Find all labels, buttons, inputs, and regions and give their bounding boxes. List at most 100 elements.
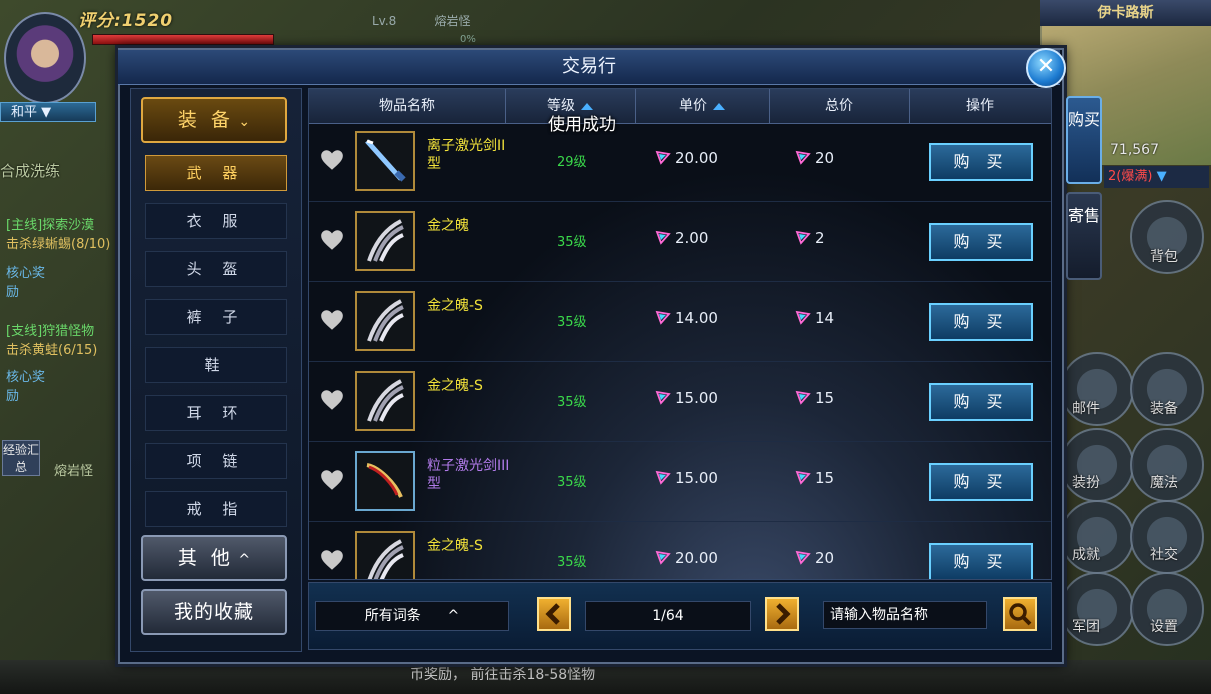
- table-row: 粒子激光剑III型 35级 15.00 15 购 买: [309, 443, 1051, 522]
- pk-mode-dropdown[interactable]: 和平 ▼: [0, 102, 96, 122]
- col-label: 操作: [966, 98, 994, 114]
- minimap-coord: 71,567: [1110, 142, 1159, 158]
- my-favorites-button[interactable]: 我的收藏: [141, 589, 287, 635]
- subcategory-label: 鞋: [204, 356, 228, 374]
- total-price: 14: [795, 309, 834, 327]
- item-name: 粒子激光剑III型: [427, 458, 510, 492]
- server-line-label: 2(爆满): [1108, 169, 1153, 184]
- subcategory-pants[interactable]: 裤 子: [145, 299, 287, 335]
- particle-sword-icon[interactable]: [355, 451, 415, 511]
- favorite-heart-icon[interactable]: [319, 227, 345, 253]
- table-row: 离子激光剑II型 29级 20.00 20 购 买: [309, 123, 1051, 202]
- achievement-label: 成就: [1072, 547, 1100, 563]
- tab-consign-label: 寄售: [1068, 206, 1101, 225]
- col-unit-price[interactable]: 单价: [635, 89, 770, 123]
- buy-button[interactable]: 购 买: [929, 223, 1033, 261]
- item-search-input[interactable]: [823, 601, 987, 629]
- unit-price: 20.00: [655, 149, 718, 167]
- gem-icon: [655, 389, 671, 405]
- item-name: 金之魄-S: [427, 538, 483, 554]
- favorite-heart-icon[interactable]: [319, 307, 345, 333]
- gold-claw-icon[interactable]: [355, 531, 415, 579]
- quest-side[interactable]: [支线]狩猎怪物 击杀黄蛙(6/15): [6, 320, 97, 358]
- table-row: 金之魄-S 35级 20.00 20 购 买: [309, 523, 1051, 579]
- subcategory-label: 项 链: [186, 452, 246, 470]
- gold-claw-icon[interactable]: [355, 211, 415, 271]
- col-action: 操作: [909, 89, 1051, 123]
- item-level: 35级: [557, 235, 587, 250]
- col-label: 单价: [679, 98, 707, 114]
- favorite-heart-icon[interactable]: [319, 547, 345, 573]
- favorite-heart-icon[interactable]: [319, 147, 345, 173]
- table-row: 金之魄-S 35级 14.00 14 购 买: [309, 283, 1051, 362]
- core-reward-1[interactable]: 核心奖励: [6, 262, 46, 300]
- quest-main[interactable]: [主线]探索沙漠 击杀绿蜥蜴(8/10): [6, 214, 110, 252]
- unit-price: 2.00: [655, 229, 708, 247]
- quest-side-desc: 击杀黄蛙(6/15): [6, 343, 98, 358]
- left-panel-title[interactable]: 合成洗练: [0, 160, 60, 181]
- search-button[interactable]: [1003, 597, 1037, 631]
- equipment-label: 装备: [1150, 401, 1178, 417]
- unit-price-value: 20.00: [675, 149, 718, 167]
- category-sidebar: 装 备 ⌄ 武 器 衣 服 头 盔 裤 子 鞋 耳 环 项 链 戒 指 其 他 …: [130, 88, 302, 652]
- favorite-heart-icon[interactable]: [319, 387, 345, 413]
- subcategory-necklace[interactable]: 项 链: [145, 443, 287, 479]
- unit-price-value: 14.00: [675, 309, 718, 327]
- tab-consign[interactable]: 寄售: [1066, 192, 1102, 280]
- quest-main-desc: 击杀绿蜥蜴(8/10): [6, 237, 111, 252]
- total-price-value: 15: [815, 389, 835, 407]
- toast-message: 使用成功: [548, 115, 616, 135]
- player-avatar[interactable]: [4, 12, 86, 104]
- gem-icon: [655, 149, 671, 165]
- gem-icon: [795, 149, 811, 165]
- buy-button[interactable]: 购 买: [929, 383, 1033, 421]
- subcategory-shoes[interactable]: 鞋: [145, 347, 287, 383]
- target-level: Lv.8: [372, 14, 397, 28]
- buy-button[interactable]: 购 买: [929, 303, 1033, 341]
- unit-price: 15.00: [655, 389, 718, 407]
- category-equipment[interactable]: 装 备 ⌄: [141, 97, 287, 143]
- category-equipment-label: 装 备: [177, 109, 234, 131]
- subcategory-helmet[interactable]: 头 盔: [145, 251, 287, 287]
- buy-button[interactable]: 购 买: [929, 543, 1033, 579]
- subcategory-label: 耳 环: [186, 404, 246, 422]
- item-name: 离子激光剑II型: [427, 138, 506, 172]
- subcategory-label: 裤 子: [186, 308, 246, 326]
- buy-button[interactable]: 购 买: [929, 463, 1033, 501]
- laser-sword-icon[interactable]: [355, 131, 415, 191]
- category-other[interactable]: 其 他 ^: [141, 535, 287, 581]
- pk-mode-label: 和平: [11, 105, 38, 120]
- chevron-up-icon: ^: [447, 608, 460, 624]
- core-reward-2[interactable]: 核心奖励: [6, 366, 46, 404]
- quest-side-title: [支线]狩猎怪物: [6, 324, 95, 339]
- favorite-heart-icon[interactable]: [319, 467, 345, 493]
- magic-label: 魔法: [1150, 475, 1178, 491]
- total-price-value: 15: [815, 469, 835, 487]
- unit-price-value: 15.00: [675, 469, 718, 487]
- minimap-title: 伊卡路斯: [1040, 0, 1211, 26]
- mail-label: 邮件: [1072, 401, 1100, 417]
- item-name: 金之魄: [427, 218, 469, 234]
- tab-buy[interactable]: 购买: [1066, 96, 1102, 184]
- gem-icon: [655, 469, 671, 485]
- subcategory-clothes[interactable]: 衣 服: [145, 203, 287, 239]
- social-label: 社交: [1150, 547, 1178, 563]
- close-icon[interactable]: ✕: [1026, 48, 1066, 88]
- subcategory-weapon[interactable]: 武 器: [145, 155, 287, 191]
- exp-summary-button[interactable]: 经验汇总: [2, 440, 40, 476]
- chevron-left-icon: [545, 603, 560, 625]
- subcategory-ring[interactable]: 戒 指: [145, 491, 287, 527]
- unit-price-value: 15.00: [675, 389, 718, 407]
- gold-claw-icon[interactable]: [355, 291, 415, 351]
- prev-page-button[interactable]: [537, 597, 571, 631]
- buy-button[interactable]: 购 买: [929, 143, 1033, 181]
- server-line[interactable]: 2(爆满) ▼: [1104, 166, 1209, 188]
- total-price-value: 2: [815, 229, 825, 247]
- next-page-button[interactable]: [765, 597, 799, 631]
- unit-price-value: 20.00: [675, 549, 718, 567]
- filter-dropdown[interactable]: 所有词条 ^: [315, 601, 509, 631]
- gem-icon: [795, 229, 811, 245]
- subcategory-earring[interactable]: 耳 环: [145, 395, 287, 431]
- gold-claw-icon[interactable]: [355, 371, 415, 431]
- target-percent: 0%: [460, 34, 476, 45]
